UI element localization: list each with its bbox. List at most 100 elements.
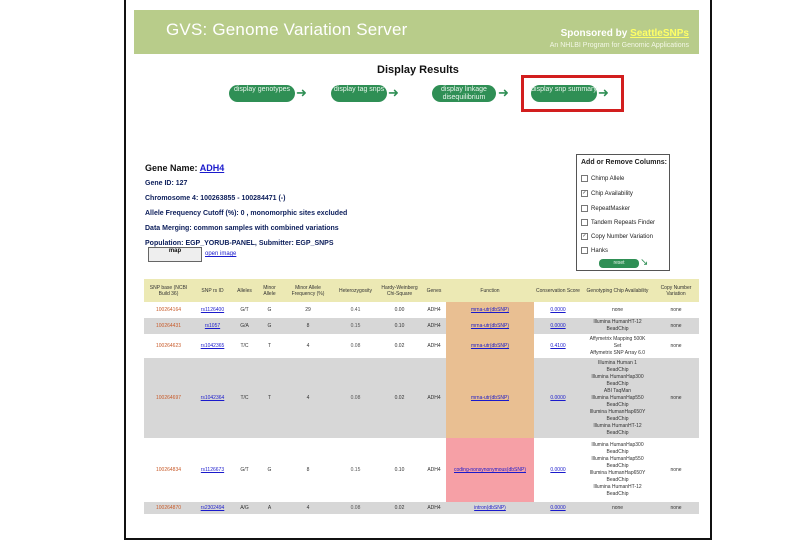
checkbox-icon[interactable] — [581, 175, 588, 182]
table-row: 100264870 rs2302494 A/G A 4 0.08 0.02 ADH4 intro… — [144, 502, 699, 514]
chip-line: Illumina HumanHap300 — [591, 373, 644, 380]
chip-availability-cell: Affymetrix Mapping 500K Set Affymetrix SNP… — [582, 334, 653, 358]
chip-line: Illumina HumanHap650Y — [589, 470, 646, 476]
gene-cell: ADH4 — [422, 438, 446, 502]
nav-label: display linkage disequilibrium — [441, 86, 487, 101]
rs-id-link[interactable]: rs1126673 — [193, 438, 232, 502]
rs-id-link[interactable]: rs1042365 — [193, 334, 232, 358]
display-tag-snps-button[interactable]: display tag snps — [331, 85, 387, 102]
column-header[interactable]: Hardy-Weinberg Chi-Square — [377, 279, 422, 302]
hardy-weinberg-cell: 0.02 — [377, 358, 422, 438]
gene-id: Gene ID: 127 — [145, 180, 188, 187]
maf-cell: 8 — [282, 318, 334, 334]
conservation-link[interactable]: 0.0000 — [534, 358, 582, 438]
columns-panel-title: Add or Remove Columns: — [581, 159, 667, 166]
maf-cell: 4 — [282, 502, 334, 514]
arrow-right-icon: ➜ — [498, 85, 509, 100]
rs-id-link[interactable]: rs1042364 — [193, 358, 232, 438]
function-link[interactable]: mrna-utr(dbSNP) — [446, 302, 534, 318]
function-link[interactable]: mrna-utr(dbSNP) — [446, 318, 534, 334]
checkbox-icon[interactable] — [581, 219, 588, 226]
allele-frequency-cutoff: Allele Frequency Cutoff (%): 0 , monomor… — [145, 210, 348, 217]
chip-line: Affymetrix Mapping 500K — [589, 335, 646, 342]
column-header[interactable]: Minor Allele — [257, 279, 282, 302]
column-option[interactable]: ✓ Chip Availability — [581, 190, 633, 197]
chip-line: BeadChip — [606, 366, 629, 373]
conservation-link[interactable]: 0.0000 — [534, 438, 582, 502]
chip-line: Illumina Human 1 — [598, 359, 637, 366]
snp-base-cell: 100264870 — [144, 502, 193, 514]
column-option[interactable]: Hanks — [581, 247, 608, 254]
gene-cell: ADH4 — [422, 302, 446, 318]
column-option[interactable]: Tandem Repeats Finder — [581, 219, 655, 226]
column-header[interactable]: Genotyping Chip Availability — [582, 279, 653, 302]
chip-line: Illumina HumanHap300 — [591, 442, 644, 448]
function-link[interactable]: coding-nonsynonymous(dbSNP) — [446, 438, 534, 502]
snp-summary-table: SNP base (NCBI Build 36) SNP rs ID Allel… — [144, 279, 699, 514]
column-header[interactable]: Function — [446, 279, 534, 302]
conservation-link[interactable]: 0.0000 — [534, 502, 582, 514]
gene-cell: ADH4 — [422, 318, 446, 334]
maf-cell: 29 — [282, 302, 334, 318]
column-option[interactable]: Chimp Allele — [581, 175, 624, 182]
column-header[interactable]: Minor Allele Frequency (%) — [282, 279, 334, 302]
rs-id-link[interactable]: rs1057 — [193, 318, 232, 334]
chip-availability-cell: none — [582, 502, 653, 514]
column-header[interactable]: Copy Number Variation — [653, 279, 699, 302]
chip-line: BeadChip — [606, 429, 629, 436]
display-genotypes-button[interactable]: display genotypes — [229, 85, 295, 102]
alleles-cell: G/T — [232, 302, 257, 318]
function-link[interactable]: mrna-utr(dbSNP) — [446, 334, 534, 358]
chip-line: BeadChip — [606, 477, 629, 483]
column-header[interactable]: Heterozygosity — [334, 279, 377, 302]
minor-allele-cell: G — [257, 302, 282, 318]
function-link[interactable]: mrna-utr(dbSNP) — [446, 358, 534, 438]
column-header[interactable]: Genes — [422, 279, 446, 302]
table-header-row: SNP base (NCBI Build 36) SNP rs ID Allel… — [144, 279, 699, 302]
gene-cell: ADH4 — [422, 502, 446, 514]
table-row: 100264431 rs1057 G/A G 8 0.15 0.10 ADH4 mrna-utr… — [144, 318, 699, 334]
rs-id-link[interactable]: rs1126400 — [193, 302, 232, 318]
open-image-link[interactable]: open image — [205, 251, 236, 257]
snp-base-cell: 100264697 — [144, 358, 193, 438]
column-header[interactable]: SNP base (NCBI Build 36) — [144, 279, 193, 302]
alleles-cell: T/C — [232, 334, 257, 358]
rs-id-link[interactable]: rs2302494 — [193, 502, 232, 514]
chip-line: BeadChip — [606, 401, 629, 408]
column-option-label: RepeatMasker — [591, 206, 631, 213]
gene-name-line: Gene Name: ADH4 — [145, 161, 347, 176]
alleles-cell: T/C — [232, 358, 257, 438]
column-header[interactable]: SNP rs ID — [193, 279, 232, 302]
conservation-link[interactable]: 0.0000 — [534, 302, 582, 318]
chip-line: BeadChip — [606, 449, 629, 455]
cnv-cell: none — [653, 502, 699, 514]
gene-name-link[interactable]: ADH4 — [200, 163, 225, 173]
hardy-weinberg-cell: 0.00 — [377, 302, 422, 318]
chip-line: Illumina HumanHT-12 — [593, 484, 642, 490]
column-header[interactable]: Alleles — [232, 279, 257, 302]
column-option[interactable]: RepeatMasker — [581, 205, 630, 212]
display-linkage-disequilibrium-button[interactable]: display linkage disequilibrium — [432, 85, 496, 102]
app-title: GVS: Genome Variation Server — [166, 20, 408, 39]
function-link[interactable]: intron(dbSNP) — [446, 502, 534, 514]
map-thumbnail[interactable]: map — [148, 247, 202, 262]
chip-line: Illumina HumanHap550 — [591, 394, 644, 401]
checkbox-icon[interactable] — [581, 247, 588, 254]
cnv-cell: none — [653, 438, 699, 502]
conservation-link[interactable]: 0.0000 — [534, 318, 582, 334]
data-merging: Data Merging: common samples with combin… — [145, 225, 339, 232]
column-header[interactable]: Conservation Score — [534, 279, 582, 302]
conservation-link[interactable]: 0.4100 — [534, 334, 582, 358]
sponsor-prefix: Sponsored by — [560, 28, 628, 39]
sponsor-link[interactable]: SeattleSNPs — [630, 28, 689, 39]
reset-button[interactable]: reset — [599, 259, 639, 268]
checkbox-checked-icon[interactable]: ✓ — [581, 190, 588, 197]
chip-availability-cell: Illumina HumanHap300 BeadChip Illumina Hum… — [582, 438, 653, 502]
checkbox-icon[interactable] — [581, 205, 588, 212]
checkbox-checked-icon[interactable]: ✓ — [581, 233, 588, 240]
alleles-cell: A/G — [232, 502, 257, 514]
alleles-cell: G/T — [232, 438, 257, 502]
page-title: Display Results — [377, 64, 459, 76]
column-option[interactable]: ✓ Copy Number Variation — [581, 233, 653, 240]
header-banner: GVS: Genome Variation Server Sponsored b… — [134, 10, 699, 54]
